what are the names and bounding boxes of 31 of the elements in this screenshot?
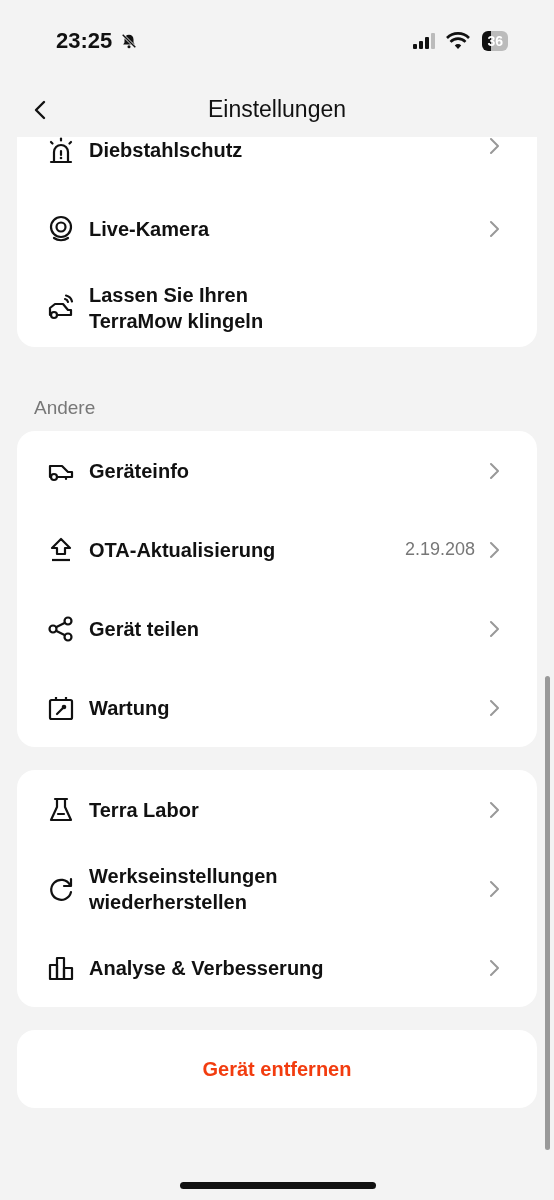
item-label: Lassen Sie Ihren TerraMow klingeln <box>89 282 265 334</box>
settings-item[interactable]: Werkseinstellungen wiederherstellen <box>17 849 537 928</box>
settings-item[interactable]: Geräteinfo <box>17 431 537 510</box>
settings-item[interactable]: Wartung <box>17 668 537 747</box>
settings-item[interactable]: Live-Kamera <box>17 189 537 268</box>
item-label: Diebstahlschutz <box>89 138 244 163</box>
wifi-icon <box>446 32 471 50</box>
flask-icon <box>47 795 75 824</box>
version-text: 2.19.208 <box>404 539 475 560</box>
remove-device-button[interactable]: Gerät entfernen <box>17 1030 537 1108</box>
item-label: Werkseinstellungen wiederherstellen <box>89 863 279 915</box>
settings-item[interactable]: Analyse & Verbesserung <box>17 928 537 1007</box>
settings-item[interactable]: Lassen Sie Ihren TerraMow klingeln <box>17 268 537 347</box>
page-title: Einstellungen <box>207 96 347 123</box>
item-label: Analyse & Verbesserung <box>89 955 325 981</box>
item-label: Live-Kamera <box>89 216 211 242</box>
settings-item[interactable]: Terra Labor <box>17 770 537 849</box>
item-label: Gerät teilen <box>89 616 201 642</box>
share-icon <box>47 614 75 643</box>
status-time: 23:25 <box>56 28 113 54</box>
settings-item[interactable]: Diebstahlschutz <box>17 137 537 189</box>
item-label: Wartung <box>89 695 171 721</box>
settings-item[interactable]: Gerät teilen <box>17 589 537 668</box>
camera-icon <box>47 214 75 243</box>
siren-icon <box>47 137 75 165</box>
section-header: Andere <box>34 397 97 419</box>
item-label: Terra Labor <box>89 797 200 823</box>
item-label: OTA-Aktualisierung <box>89 537 277 563</box>
item-label: Geräteinfo <box>89 458 191 484</box>
mower-signal-icon <box>47 293 75 322</box>
settings-item[interactable]: OTA-Aktualisierung 2.19.208 <box>17 510 537 589</box>
